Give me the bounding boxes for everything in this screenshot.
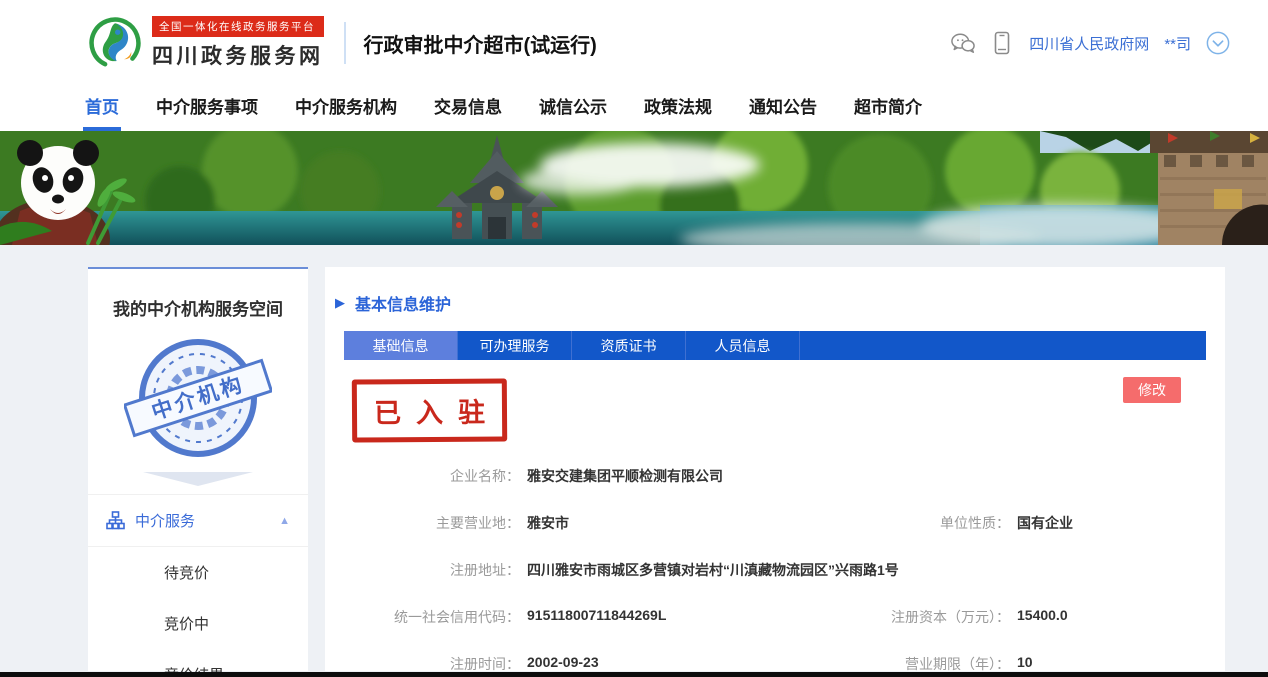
sidebar: 我的中介机构服务空间 中介机构	[88, 267, 308, 671]
edit-button[interactable]: 修改	[1123, 377, 1181, 403]
field-value: 四川雅安市雨城区多营镇对岩村“川滇藏物流园区”兴雨路1号	[527, 560, 899, 580]
section-arrow-icon: ▶	[335, 295, 345, 311]
form-row-business-location: 主要营业地： 雅安市 单位性质： 国有企业	[325, 513, 1225, 560]
tab-qualification-certs[interactable]: 资质证书	[572, 331, 686, 360]
header-right: 四川省人民政府网 **司	[951, 31, 1268, 55]
field-label: 主要营业地：	[325, 513, 520, 533]
bottom-edge-strip	[0, 672, 1268, 677]
page-title: 行政审批中介超市(试运行)	[364, 29, 597, 58]
tabbar: 基础信息 可办理服务 资质证书 人员信息	[344, 331, 1206, 360]
field-value: 2002-09-23	[527, 654, 599, 670]
main-panel: ▶ 基本信息维护 基础信息 可办理服务 资质证书 人员信息 已入驻 修改 企业名…	[325, 267, 1225, 671]
nav-item-service-matters[interactable]: 中介服务事项	[156, 93, 258, 124]
site-brand: 全国一体化在线政务服务平台 四川政务服务网	[152, 16, 324, 70]
site-logo-icon	[88, 16, 142, 70]
field-value: 10	[1017, 654, 1033, 670]
tab-basic-info[interactable]: 基础信息	[344, 331, 458, 360]
wechat-icon[interactable]	[951, 31, 975, 55]
nav-item-notices[interactable]: 通知公告	[749, 93, 817, 124]
sidebar-submenu: 待竞价 竞价中 竞价结果 合同签订 服务成果	[88, 546, 308, 677]
form-row-registered-address: 注册地址： 四川雅安市雨城区多营镇对岩村“川滇藏物流园区”兴雨路1号	[325, 560, 1225, 607]
nav-item-policies[interactable]: 政策法规	[644, 93, 712, 124]
header-divider	[344, 22, 346, 64]
field-value: 国有企业	[1017, 513, 1073, 533]
section-title: 基本信息维护	[355, 291, 451, 315]
field-value: 91511800711844269L	[527, 607, 666, 623]
field-label: 单位性质：	[845, 513, 1010, 533]
sidebar-item-pending-bid[interactable]: 待竞价	[88, 547, 308, 598]
site-name: 四川政务服务网	[152, 40, 324, 70]
username[interactable]: **司	[1164, 33, 1191, 54]
agency-stamp-icon: 中介机构	[88, 326, 308, 472]
hero-banner-image	[0, 131, 1268, 245]
caret-up-icon: ▲	[279, 515, 290, 527]
status-stamp-registered: 已入驻	[352, 378, 507, 442]
org-chart-icon	[106, 511, 125, 530]
basic-info-form: 企业名称：雅安交建集团平顺检测有限公司 主要营业地：雅安市 单位性质：国有企业 …	[325, 466, 1225, 677]
nav-item-about[interactable]: 超市简介	[854, 93, 922, 124]
form-row-company-name: 企业名称： 雅安交建集团平顺检测有限公司	[325, 466, 1225, 513]
page: 全国一体化在线政务服务平台 四川政务服务网 行政审批中介超市(试运行)	[0, 0, 1268, 677]
form-row-credit-code: 统一社会信用代码： 91511800711844269L 注册资本（万元）： 154…	[325, 607, 1225, 654]
field-value: 雅安市	[527, 513, 569, 533]
sidebar-title: 我的中介机构服务空间	[88, 269, 308, 326]
tab-personnel-info[interactable]: 人员信息	[686, 331, 800, 360]
header: 全国一体化在线政务服务平台 四川政务服务网 行政审批中介超市(试运行)	[0, 0, 1268, 86]
field-label: 营业期限（年）：	[845, 654, 1010, 674]
platform-badge: 全国一体化在线政务服务平台	[152, 16, 324, 37]
stamp-shadow	[143, 472, 253, 486]
nav-item-integrity[interactable]: 诚信公示	[539, 93, 607, 124]
nav-item-home[interactable]: 首页	[85, 93, 119, 124]
content-area: 我的中介机构服务空间 中介机构	[0, 245, 1268, 677]
sidebar-menu-label: 中介服务	[135, 510, 195, 531]
field-label: 注册资本（万元）：	[845, 607, 1010, 627]
section-header: ▶ 基本信息维护	[325, 267, 1225, 331]
field-label: 统一社会信用代码：	[325, 607, 520, 627]
sidebar-item-bidding[interactable]: 竞价中	[88, 598, 308, 649]
nav-item-transactions[interactable]: 交易信息	[434, 93, 502, 124]
main-nav: 首页 中介服务事项 中介服务机构 交易信息 诚信公示 政策法规 通知公告 超市简…	[0, 86, 1268, 131]
field-label: 注册地址：	[325, 560, 520, 580]
field-label: 企业名称：	[325, 466, 520, 486]
field-value: 雅安交建集团平顺检测有限公司	[527, 466, 723, 486]
tab-available-services[interactable]: 可办理服务	[458, 331, 572, 360]
sidebar-menu-intermediary-service[interactable]: 中介服务 ▲	[88, 495, 308, 546]
chevron-down-icon[interactable]	[1206, 31, 1230, 55]
field-label: 注册时间：	[325, 654, 520, 674]
nav-item-service-agencies[interactable]: 中介服务机构	[295, 93, 397, 124]
field-value: 15400.0	[1017, 607, 1068, 623]
gov-site-link[interactable]: 四川省人民政府网	[1029, 33, 1149, 54]
mobile-icon[interactable]	[990, 31, 1014, 55]
